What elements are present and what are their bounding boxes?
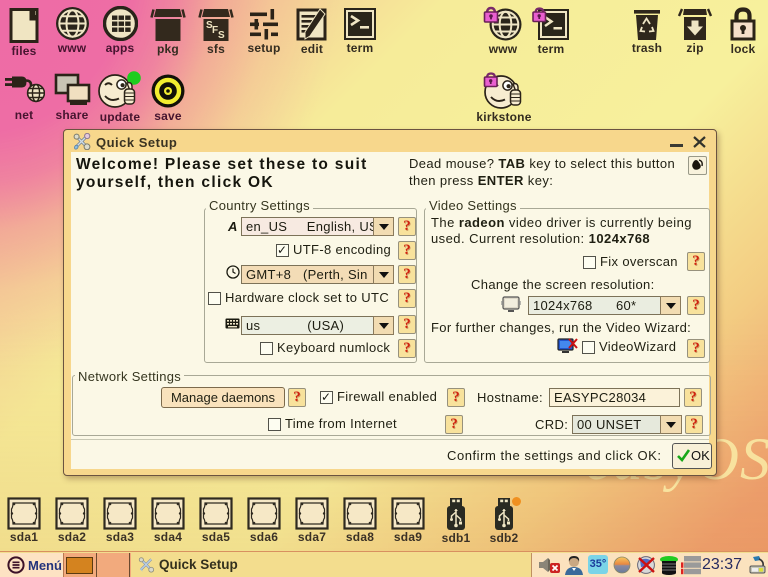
- svg-text:S: S: [218, 30, 225, 41]
